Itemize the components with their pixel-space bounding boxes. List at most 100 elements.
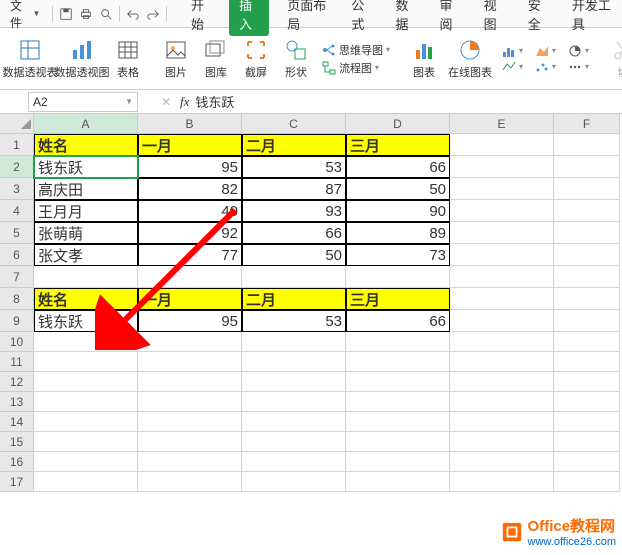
cell[interactable] xyxy=(554,178,620,200)
cell[interactable]: 87 xyxy=(242,178,346,200)
cell[interactable] xyxy=(242,352,346,372)
cell[interactable] xyxy=(554,412,620,432)
col-header-D[interactable]: D xyxy=(346,114,450,134)
select-all-corner[interactable] xyxy=(0,114,34,134)
cell[interactable] xyxy=(450,178,554,200)
row-header-11[interactable]: 11 xyxy=(0,352,34,372)
cell[interactable] xyxy=(346,452,450,472)
cell[interactable] xyxy=(34,352,138,372)
cell[interactable] xyxy=(554,134,620,156)
cell[interactable]: 钱东跃 xyxy=(34,310,138,332)
cell[interactable] xyxy=(138,372,242,392)
shapes-button[interactable]: 形状 xyxy=(278,32,314,85)
cell[interactable] xyxy=(554,392,620,412)
cell[interactable]: 77 xyxy=(138,244,242,266)
cell[interactable] xyxy=(34,392,138,412)
cell[interactable] xyxy=(34,412,138,432)
cell[interactable]: 89 xyxy=(346,222,450,244)
cell[interactable]: 一月 xyxy=(138,134,242,156)
cell[interactable] xyxy=(450,432,554,452)
formula-value[interactable]: 钱东跃 xyxy=(195,92,234,111)
cell[interactable] xyxy=(450,244,554,266)
cell[interactable] xyxy=(242,472,346,492)
cell[interactable] xyxy=(346,372,450,392)
cell[interactable] xyxy=(554,222,620,244)
cell[interactable] xyxy=(450,288,554,310)
cell[interactable]: 53 xyxy=(242,156,346,178)
cell[interactable] xyxy=(138,392,242,412)
cell[interactable]: 40 xyxy=(138,200,242,222)
cell[interactable] xyxy=(34,432,138,452)
cell[interactable] xyxy=(554,332,620,352)
cell[interactable] xyxy=(450,352,554,372)
row-header-5[interactable]: 5 xyxy=(0,222,34,244)
row-header-8[interactable]: 8 xyxy=(0,288,34,310)
cell[interactable] xyxy=(138,352,242,372)
cell[interactable] xyxy=(34,452,138,472)
row-header-6[interactable]: 6 xyxy=(0,244,34,266)
cell[interactable] xyxy=(554,288,620,310)
cell[interactable]: 姓名 xyxy=(34,288,138,310)
row-header-1[interactable]: 1 xyxy=(0,134,34,156)
cell[interactable] xyxy=(450,452,554,472)
cell[interactable] xyxy=(34,266,138,288)
col-header-E[interactable]: E xyxy=(450,114,554,134)
row-header-16[interactable]: 16 xyxy=(0,452,34,472)
online-chart-button[interactable]: 在线图表 xyxy=(446,32,494,85)
cell[interactable] xyxy=(554,200,620,222)
cell[interactable] xyxy=(450,332,554,352)
cell[interactable]: 93 xyxy=(242,200,346,222)
pivot-table-button[interactable]: 数据透视表 xyxy=(6,32,54,85)
cell[interactable] xyxy=(450,392,554,412)
cell[interactable] xyxy=(242,392,346,412)
active-cell[interactable]: 钱东跃 xyxy=(34,156,138,178)
cell[interactable] xyxy=(346,392,450,412)
mini-pie-button[interactable]: ▾ xyxy=(568,44,589,58)
cell[interactable] xyxy=(554,472,620,492)
mini-line-button[interactable]: ▾ xyxy=(502,60,523,74)
col-header-A[interactable]: A xyxy=(34,114,138,134)
cell[interactable]: 二月 xyxy=(242,288,346,310)
cell[interactable]: 姓名 xyxy=(34,134,138,156)
cell[interactable]: 三月 xyxy=(346,288,450,310)
cell[interactable] xyxy=(346,352,450,372)
cell[interactable] xyxy=(450,156,554,178)
cell[interactable] xyxy=(34,332,138,352)
cell[interactable]: 95 xyxy=(138,156,242,178)
cell[interactable]: 二月 xyxy=(242,134,346,156)
mindmap-button[interactable]: 思维导图▾ xyxy=(322,42,390,58)
cell[interactable] xyxy=(242,432,346,452)
name-box[interactable]: A2 ▼ xyxy=(28,92,138,112)
fx-icon[interactable]: fx xyxy=(180,94,189,110)
row-header-2[interactable]: 2 xyxy=(0,156,34,178)
cell[interactable] xyxy=(554,432,620,452)
screenshot-button[interactable]: 截屏 xyxy=(238,32,274,85)
cell[interactable] xyxy=(34,372,138,392)
cut-button[interactable]: 切 xyxy=(605,32,622,85)
tab-home[interactable]: 开始 xyxy=(185,0,217,36)
tab-formula[interactable]: 公式 xyxy=(345,0,377,36)
cell[interactable] xyxy=(450,266,554,288)
tab-insert[interactable]: 插入 xyxy=(229,0,269,36)
table-button[interactable]: 表格 xyxy=(110,32,146,85)
formula-cancel-icon[interactable]: ✕ xyxy=(158,94,174,110)
gallery-button[interactable]: 图库 xyxy=(198,32,234,85)
cell[interactable]: 高庆田 xyxy=(34,178,138,200)
cell[interactable] xyxy=(450,222,554,244)
col-header-B[interactable]: B xyxy=(138,114,242,134)
cell[interactable]: 92 xyxy=(138,222,242,244)
row-header-12[interactable]: 12 xyxy=(0,372,34,392)
mini-area-button[interactable]: ▾ xyxy=(535,44,556,58)
cell[interactable] xyxy=(450,372,554,392)
cell[interactable] xyxy=(554,452,620,472)
cell[interactable] xyxy=(554,372,620,392)
cell[interactable]: 53 xyxy=(242,310,346,332)
cell[interactable]: 90 xyxy=(346,200,450,222)
cell[interactable]: 66 xyxy=(346,156,450,178)
row-header-10[interactable]: 10 xyxy=(0,332,34,352)
cell[interactable] xyxy=(346,432,450,452)
flowchart-button[interactable]: 流程图▾ xyxy=(322,60,390,76)
cell[interactable]: 66 xyxy=(242,222,346,244)
row-header-13[interactable]: 13 xyxy=(0,392,34,412)
cell[interactable] xyxy=(138,452,242,472)
